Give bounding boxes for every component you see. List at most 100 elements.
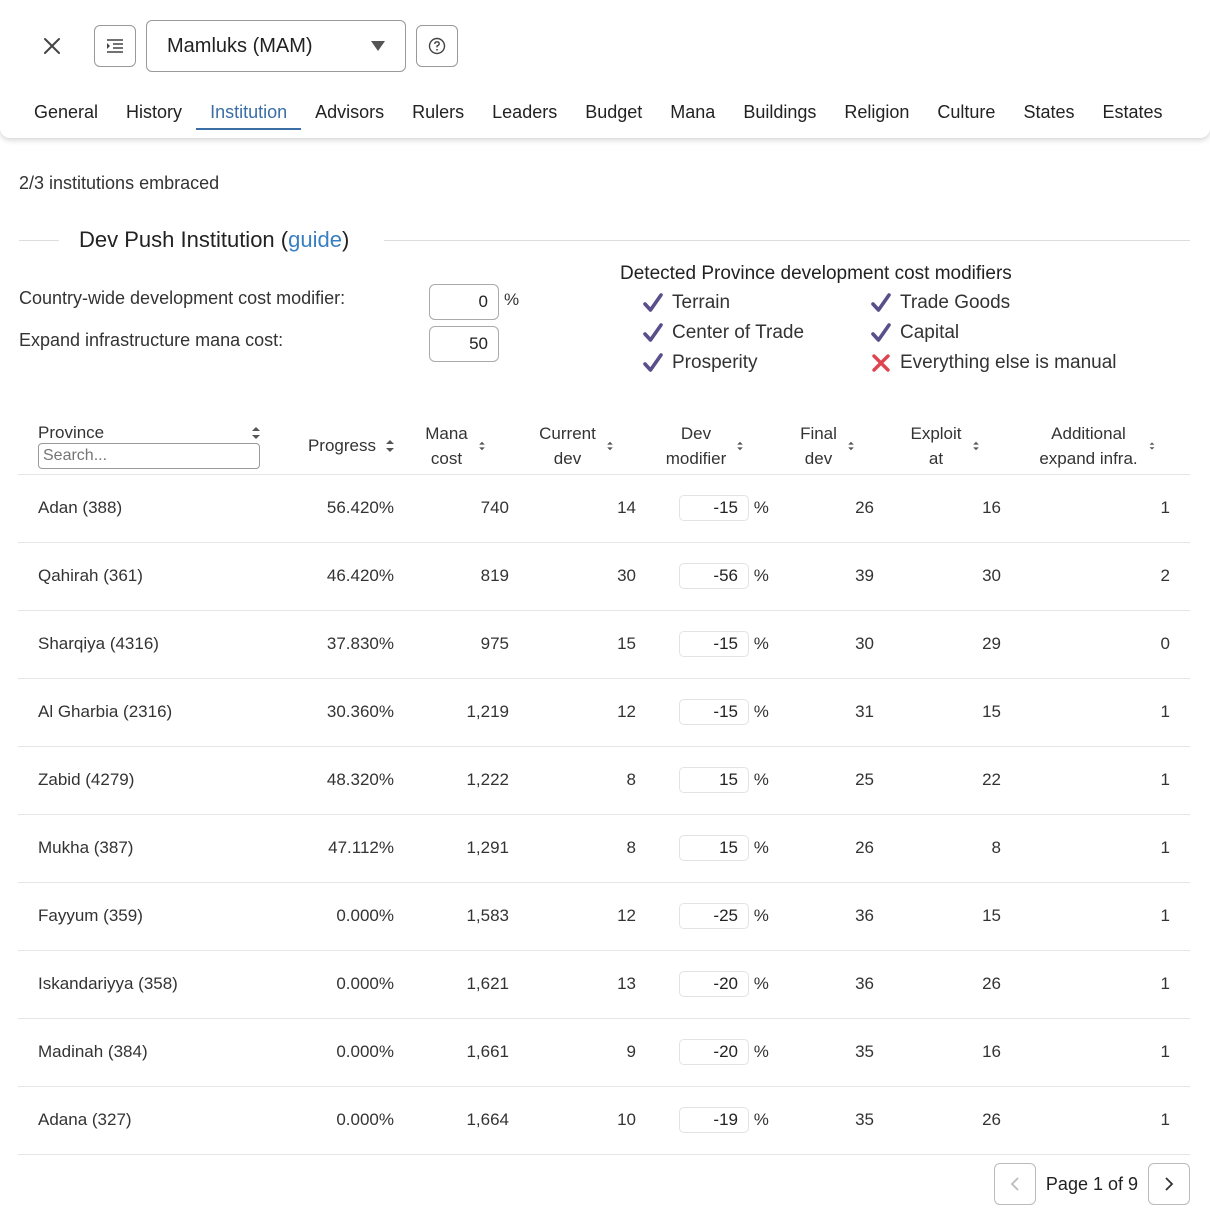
dev-modifier-unit: %: [753, 634, 769, 653]
cell-additional-infra: 1: [1005, 882, 1190, 951]
province-table: Province Progress Manacost Curre: [18, 418, 1190, 1155]
dev-cost-label: Country-wide development cost modifier:: [19, 288, 346, 308]
cell-current-dev: 12: [513, 678, 640, 747]
tab-culture[interactable]: Culture: [923, 100, 1009, 130]
cell-progress: 56.420%: [266, 474, 398, 543]
cell-province: Mukha (387): [18, 814, 266, 883]
col-label-line: at: [928, 448, 944, 468]
col-dev-modifier-label: Dev modifier: [666, 421, 726, 471]
prev-page-button[interactable]: [993, 1163, 1036, 1205]
table-row[interactable]: Sharqiya (4316) 37.830% 975 15 -15 % 30 29 0: [18, 610, 1190, 679]
cell-dev-modifier: 15 %: [640, 814, 770, 883]
tab-budget[interactable]: Budget: [571, 100, 656, 130]
cell-progress: 30.360%: [266, 678, 398, 747]
cell-mana-cost: 740: [398, 474, 513, 543]
section-title-text: Dev Push Institution (: [79, 227, 289, 252]
col-province[interactable]: Province: [18, 418, 266, 475]
col-label-line: modifier: [665, 448, 727, 468]
tab-leaders[interactable]: Leaders: [478, 100, 571, 130]
col-current-dev[interactable]: Current dev: [513, 418, 640, 475]
table-row[interactable]: Mukha (387) 47.112% 1,291 8 15 % 26 8 1: [18, 814, 1190, 883]
table-row[interactable]: Qahirah (361) 46.420% 819 30 -56 % 39 30 2: [18, 542, 1190, 611]
cell-mana-cost: 1,583: [398, 882, 513, 951]
cell-final-dev: 26: [770, 814, 885, 883]
dev-modifier-input[interactable]: -25: [679, 903, 749, 929]
dev-cost-input[interactable]: 0: [429, 284, 499, 320]
table-row[interactable]: Al Gharbia (2316) 30.360% 1,219 12 -15 % 31 15…: [18, 678, 1190, 747]
cell-exploit-at: 15: [885, 678, 1005, 747]
tab-institution[interactable]: Institution: [196, 100, 302, 130]
sort-icon[interactable]: [972, 441, 979, 450]
guide-link[interactable]: guide: [288, 227, 342, 252]
cell-current-dev: 15: [513, 610, 640, 679]
col-mana-cost[interactable]: Mana cost: [398, 418, 513, 475]
col-label-line: Current: [539, 423, 596, 443]
dev-modifier-input[interactable]: 15: [679, 835, 749, 861]
cell-final-dev: 30: [770, 610, 885, 679]
tab-rulers[interactable]: Rulers: [398, 100, 478, 130]
tab-general[interactable]: General: [20, 100, 112, 130]
cell-dev-modifier: -15 %: [640, 474, 770, 543]
table-row[interactable]: Madinah (384) 0.000% 1,661 9 -20 % 35 16 1: [18, 1018, 1190, 1087]
tab-states[interactable]: States: [1009, 100, 1088, 130]
top-header: Mamluks (MAM) General History Institutio…: [0, 0, 1210, 138]
chevron-right-icon: [1165, 1177, 1174, 1191]
col-final-dev[interactable]: Final dev: [770, 418, 885, 475]
dev-modifier-input[interactable]: -15: [679, 495, 749, 521]
col-final-dev-label: Final dev: [800, 421, 837, 471]
country-select[interactable]: Mamluks (MAM): [146, 20, 406, 72]
col-mana-cost-label: Mana cost: [425, 421, 468, 471]
table-row[interactable]: Fayyum (359) 0.000% 1,583 12 -25 % 36 15 1: [18, 882, 1190, 951]
col-dev-modifier[interactable]: Dev modifier: [640, 418, 770, 475]
col-progress[interactable]: Progress: [266, 418, 398, 475]
next-page-button[interactable]: [1148, 1163, 1190, 1205]
table-row[interactable]: Adan (388) 56.420% 740 14 -15 % 26 16 1: [18, 474, 1190, 543]
cell-additional-infra: 1: [1005, 678, 1190, 747]
check-icon: [870, 322, 892, 344]
help-button[interactable]: [416, 25, 458, 67]
table-row[interactable]: Zabid (4279) 48.320% 1,222 8 15 % 25 22 1: [18, 746, 1190, 815]
sort-icon[interactable]: [478, 441, 485, 450]
col-exploit-at[interactable]: Exploit at: [885, 418, 1005, 475]
tab-religion[interactable]: Religion: [830, 100, 923, 130]
cell-province: Adan (388): [18, 474, 266, 543]
table-row[interactable]: Iskandariyya (358) 0.000% 1,621 13 -20 % 36 26…: [18, 950, 1190, 1019]
dev-modifier-unit: %: [753, 1042, 769, 1061]
cell-final-dev: 36: [770, 950, 885, 1019]
dev-modifier-input[interactable]: -56: [679, 563, 749, 589]
close-button[interactable]: [36, 30, 68, 62]
cell-final-dev: 31: [770, 678, 885, 747]
dev-modifier-input[interactable]: -15: [679, 631, 749, 657]
sort-icon[interactable]: [386, 439, 394, 452]
tab-buildings[interactable]: Buildings: [729, 100, 830, 130]
tab-history[interactable]: History: [112, 100, 196, 130]
sort-icon[interactable]: [252, 426, 260, 439]
sort-icon[interactable]: [848, 441, 854, 450]
sort-icon[interactable]: [737, 441, 744, 450]
cell-current-dev: 10: [513, 1086, 640, 1155]
col-additional-infra[interactable]: Additional expand infra.: [1005, 418, 1190, 475]
section-divider: [384, 240, 1190, 241]
cell-mana-cost: 1,222: [398, 746, 513, 815]
sort-icon[interactable]: [1149, 442, 1155, 450]
dev-modifier-input[interactable]: -15: [679, 699, 749, 725]
pagination: Page 1 of 9: [993, 1163, 1190, 1205]
institutions-summary: 2/3 institutions embraced: [19, 173, 220, 193]
col-additional-infra-label: Additional expand infra.: [1039, 421, 1137, 471]
cell-additional-infra: 1: [1005, 474, 1190, 543]
dev-modifier-input[interactable]: -19: [679, 1107, 749, 1133]
menu-button[interactable]: [94, 25, 136, 67]
cell-exploit-at: 29: [885, 610, 1005, 679]
sort-icon[interactable]: [607, 441, 613, 450]
dev-modifier-input[interactable]: 15: [679, 767, 749, 793]
dev-modifier-unit: %: [753, 498, 769, 517]
tab-mana[interactable]: Mana: [656, 100, 729, 130]
col-label-line: Final: [800, 423, 837, 443]
dev-modifier-input[interactable]: -20: [679, 971, 749, 997]
province-search-input[interactable]: [38, 442, 260, 469]
table-row[interactable]: Adana (327) 0.000% 1,664 10 -19 % 35 26 1: [18, 1086, 1190, 1155]
infra-cost-input[interactable]: 50: [429, 326, 499, 362]
tab-estates[interactable]: Estates: [1088, 100, 1176, 130]
dev-modifier-input[interactable]: -20: [679, 1039, 749, 1065]
tab-advisors[interactable]: Advisors: [301, 100, 398, 130]
